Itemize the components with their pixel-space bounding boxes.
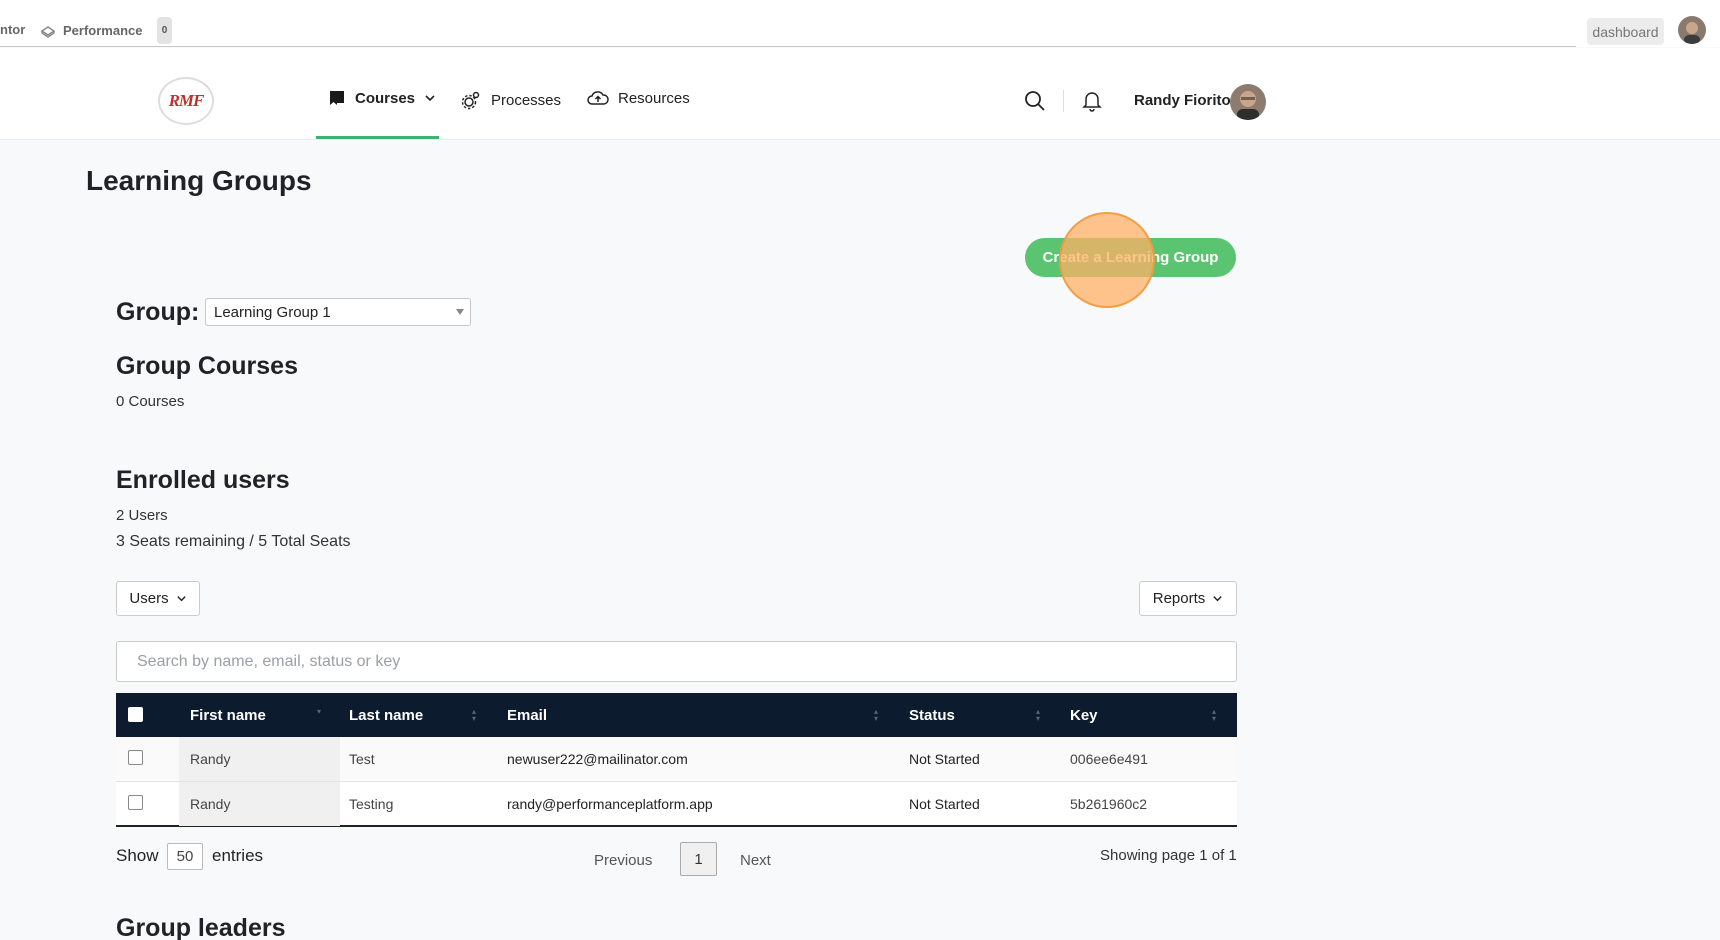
users-count: 2 Users: [116, 507, 168, 524]
nav-resources[interactable]: Resources: [587, 89, 690, 107]
cell-key: 006ee6e491: [1070, 751, 1148, 767]
company-logo[interactable]: RMF: [158, 77, 214, 125]
gears-icon: [461, 91, 480, 110]
dashboard-pill[interactable]: dashboard: [1587, 18, 1664, 45]
chevron-down-icon: [176, 596, 186, 602]
table-header-row: First name ▾ Last name ▴ ▾ Email ▴ ▾ Statu…: [116, 693, 1237, 737]
top-strip-divider: [0, 46, 1576, 47]
avatar-image: [1230, 84, 1266, 120]
enrolled-users-table: First name ▾ Last name ▴ ▾ Email ▴ ▾ Statu…: [116, 693, 1237, 827]
top-strip: ntor Performance 0 dashboard: [0, 0, 1720, 47]
pagination-info: Showing page 1 of 1: [1100, 847, 1237, 864]
group-courses-heading: Group Courses: [116, 352, 298, 380]
page-title: Learning Groups: [86, 165, 312, 196]
column-header-status[interactable]: Status: [909, 693, 955, 737]
entries-label: entries: [212, 846, 264, 865]
cell-last-name: Testing: [349, 796, 394, 812]
group-courses-count: 0 Courses: [116, 393, 185, 410]
column-header-last-name[interactable]: Last name: [349, 693, 423, 737]
count-badge: 0: [157, 17, 172, 44]
reports-dropdown-label: Reports: [1152, 590, 1206, 607]
logo-text: RMF: [168, 91, 205, 110]
nav-courses-label: Courses: [355, 89, 416, 107]
group-select-value: Learning Group 1: [214, 303, 331, 321]
create-learning-group-button[interactable]: Create a Learning Group: [1025, 238, 1236, 277]
avatar-small-image: [1678, 16, 1706, 44]
avatar-small[interactable]: [1678, 16, 1706, 44]
reports-dropdown[interactable]: Reports: [1139, 581, 1237, 616]
sort-icon[interactable]: ▴ ▾: [874, 708, 878, 723]
users-dropdown[interactable]: Users: [116, 581, 200, 616]
header-divider: [1063, 90, 1064, 112]
cell-email: randy@performanceplatform.app: [507, 796, 713, 812]
row-checkbox[interactable]: [128, 795, 143, 810]
table-row[interactable]: Randy Test newuser222@mailinator.com Not…: [116, 737, 1237, 782]
avatar[interactable]: [1230, 84, 1266, 120]
main-header: RMF Courses Processes Resources Randy Fi…: [0, 48, 1720, 140]
chevron-down-icon: [425, 95, 435, 102]
cell-status: Not Started: [909, 751, 980, 767]
seats-summary: 3 Seats remaining / 5 Total Seats: [116, 533, 351, 550]
previous-page-button[interactable]: Previous: [594, 852, 652, 869]
crumb-performance[interactable]: Performance: [40, 22, 142, 38]
courses-icon: [330, 91, 344, 105]
cell-first-name: Randy: [190, 796, 231, 812]
entries-per-page-select[interactable]: 50: [167, 843, 203, 870]
cell-last-name: Test: [349, 751, 375, 767]
user-search-input[interactable]: [116, 641, 1237, 682]
users-dropdown-label: Users: [129, 590, 169, 607]
group-select[interactable]: Learning Group 1: [205, 298, 471, 326]
next-page-button[interactable]: Next: [740, 852, 771, 869]
sort-icon[interactable]: ▴ ▾: [1212, 708, 1216, 723]
row-checkbox[interactable]: [128, 750, 143, 765]
group-leaders-heading: Group leaders: [116, 914, 286, 940]
column-header-first-name[interactable]: First name: [190, 693, 266, 737]
column-header-key[interactable]: Key: [1070, 693, 1098, 737]
enrolled-users-heading: Enrolled users: [116, 466, 290, 494]
crumb-mentor[interactable]: ntor: [0, 22, 25, 37]
nav-processes[interactable]: Processes: [460, 89, 561, 111]
show-label: Show: [116, 846, 159, 865]
select-caret-icon: [456, 309, 464, 315]
select-all-checkbox[interactable]: [128, 707, 143, 722]
chevron-down-icon: [1213, 596, 1222, 602]
table-row[interactable]: Randy Testing randy@performanceplatform.…: [116, 782, 1237, 827]
bell-icon[interactable]: [1082, 90, 1102, 112]
cell-status: Not Started: [909, 796, 980, 812]
sort-icon[interactable]: ▴ ▾: [472, 708, 476, 723]
group-label: Group:: [116, 298, 200, 326]
cloud-upload-icon: [587, 91, 609, 105]
crumb-performance-label: Performance: [63, 22, 143, 38]
user-name[interactable]: Randy Fiorito: [1134, 92, 1231, 109]
cell-first-name: Randy: [190, 751, 231, 767]
nav-courses[interactable]: Courses: [328, 89, 436, 107]
nav-processes-label: Processes: [491, 91, 562, 109]
nav-active-indicator: [316, 136, 439, 139]
cell-email: newuser222@mailinator.com: [507, 751, 688, 767]
search-icon[interactable]: [1024, 90, 1046, 112]
cell-key: 5b261960c2: [1070, 796, 1148, 812]
sort-icon[interactable]: ▴ ▾: [1036, 708, 1040, 723]
page-number-button[interactable]: 1: [680, 842, 717, 876]
column-header-email[interactable]: Email: [507, 693, 547, 737]
performance-icon: [40, 26, 56, 38]
nav-resources-label: Resources: [618, 89, 690, 107]
sort-icon[interactable]: ▾: [317, 708, 321, 716]
